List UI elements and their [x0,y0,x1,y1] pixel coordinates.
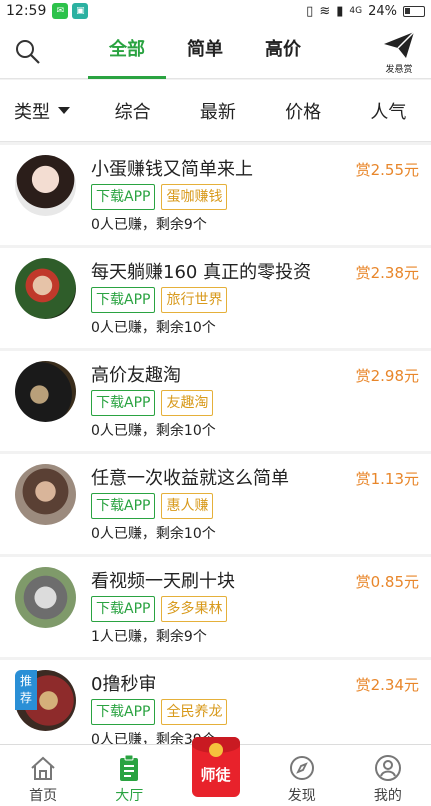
task-title: 任意一次收益就这么简单 [91,468,289,489]
tab-simple[interactable]: 简单 [166,22,244,79]
wifi-icon: ≋ [319,3,331,19]
task-stats: 1人已赚，剩余9个 [91,629,207,645]
home-icon [31,756,55,780]
filter-type-label: 类型 [14,101,50,123]
nav-discover-label: 发现 [287,788,316,804]
tag-app-name: 友趣淘 [161,390,214,416]
filter-comprehensive[interactable]: 综合 [90,98,175,124]
task-stats: 0人已赚，剩余10个 [91,423,216,439]
filter-type-dropdown[interactable]: 类型 [0,98,90,124]
nav-hall[interactable]: 大厅 [86,745,172,806]
avatar [15,155,76,216]
filter-price[interactable]: 价格 [261,98,346,124]
task-stats: 0人已赚，剩余10个 [91,526,216,542]
user-icon [374,755,401,781]
bottom-nav: 首页 大厅 师徒 发现 我的 [0,737,431,806]
top-nav: 全部 简单 高价 发悬赏 [0,22,431,79]
task-item[interactable]: 小蛋赚钱又简单来上 赏2.55元 下载APP 蛋咖赚钱 0人已赚，剩余9个 [0,145,431,245]
task-reward: 赏1.13元 [355,470,419,488]
nav-mine[interactable]: 我的 [345,745,431,806]
task-reward: 赏2.98元 [355,367,419,385]
scan-icon: ▣ [72,3,89,19]
task-stats: 0人已赚，剩余10个 [91,320,216,336]
status-bar: 12:59 ✉ ▣ ▯ ≋ ▮ 4G 24% [0,0,431,22]
nav-mentor-label: 师徒 [200,765,231,784]
battery-icon [403,5,425,17]
avatar [15,361,76,422]
red-envelope-icon: 师徒 [191,737,240,797]
filter-newest[interactable]: 最新 [175,98,260,124]
tag-download-app: 下载APP [91,596,156,622]
publish-label: 发悬赏 [385,65,413,75]
task-reward: 赏2.34元 [355,676,419,694]
tag-download-app: 下载APP [91,390,156,416]
category-tabs: 全部 简单 高价 [88,22,322,79]
status-time: 12:59 [6,3,47,19]
search-icon[interactable] [14,38,42,66]
publish-reward-button[interactable]: 发悬赏 [379,30,419,75]
caret-down-icon [58,107,70,114]
task-title: 每天躺赚160 真正的零投资 [91,262,312,283]
task-reward: 赏2.38元 [355,264,419,282]
nav-mine-label: 我的 [373,788,402,804]
wechat-icon: ✉ [52,3,69,19]
tag-app-name: 惠人赚 [161,493,214,519]
task-reward: 赏2.55元 [355,161,419,179]
task-list: 小蛋赚钱又简单来上 赏2.55元 下载APP 蛋咖赚钱 0人已赚，剩余9个 每天… [0,145,431,763]
nav-home-label: 首页 [29,788,58,804]
avatar [15,258,76,319]
tag-download-app: 下载APP [91,287,156,313]
tag-app-name: 蛋咖赚钱 [161,184,228,210]
task-reward: 赏0.85元 [355,573,419,591]
task-item[interactable]: 高价友趣淘 赏2.98元 下载APP 友趣淘 0人已赚，剩余10个 [0,351,431,451]
task-item[interactable]: 看视频一天刷十块 赏0.85元 下载APP 多多果林 1人已赚，剩余9个 [0,557,431,657]
clipboard-icon [120,754,139,781]
nav-discover[interactable]: 发现 [259,745,345,806]
battery-percent: 24% [368,3,397,19]
task-title: 看视频一天刷十块 [91,571,235,592]
tag-download-app: 下载APP [91,699,156,725]
paper-plane-icon [384,31,415,58]
nav-home[interactable]: 首页 [0,745,86,806]
filter-popularity[interactable]: 人气 [346,98,431,124]
tag-app-name: 旅行世界 [161,287,228,313]
filter-bar: 类型 综合 最新 价格 人气 [0,80,431,142]
task-title: 高价友趣淘 [91,365,181,386]
signal-icon: ▮ [336,3,344,19]
network-label: 4G [349,6,363,16]
avatar [15,567,76,628]
recommend-badge: 推荐 [15,670,37,710]
task-stats: 0人已赚，剩余9个 [91,217,207,233]
task-item[interactable]: 任意一次收益就这么简单 赏1.13元 下载APP 惠人赚 0人已赚，剩余10个 [0,454,431,554]
tag-app-name: 多多果林 [161,596,228,622]
task-title: 小蛋赚钱又简单来上 [91,159,253,180]
task-title: 0撸秒审 [91,674,157,695]
coin-icon [208,743,223,757]
tag-download-app: 下载APP [91,184,156,210]
vibrate-icon: ▯ [306,3,314,19]
task-item[interactable]: 每天躺赚160 真正的零投资 赏2.38元 下载APP 旅行世界 0人已赚，剩余… [0,248,431,348]
tab-all[interactable]: 全部 [88,22,166,79]
nav-hall-label: 大厅 [115,788,144,804]
nav-mentor[interactable]: 师徒 [172,737,258,806]
tag-app-name: 全民养龙 [161,699,228,725]
compass-icon [289,756,314,780]
tab-high-price[interactable]: 高价 [244,22,322,79]
avatar [15,464,76,525]
tag-download-app: 下载APP [91,493,156,519]
